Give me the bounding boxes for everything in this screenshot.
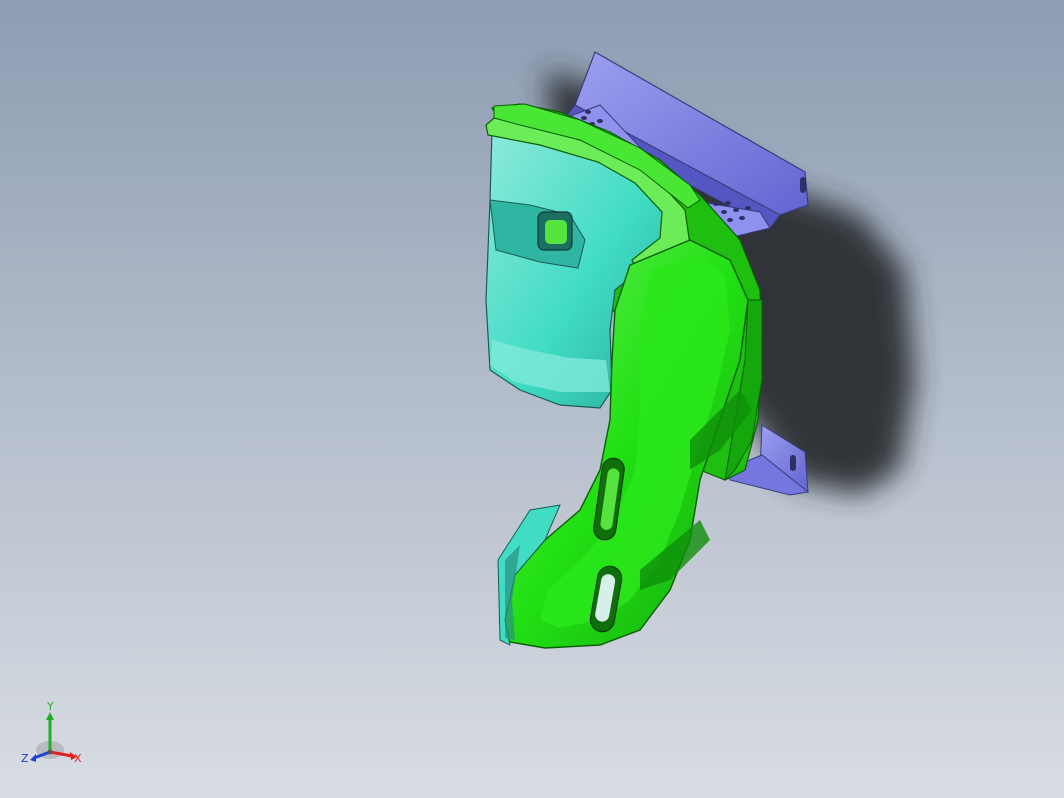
model-scene [0, 0, 1064, 798]
z-axis-label: Z [21, 752, 29, 765]
y-axis-label: Y [46, 700, 54, 713]
graphics-viewport[interactable]: Y X Z [0, 0, 1064, 798]
z-axis-arrow [30, 754, 36, 762]
x-axis-label: X [74, 752, 82, 765]
slot-hole [800, 177, 806, 193]
y-axis-arrow [46, 712, 54, 720]
orientation-triad: Y X Z [18, 700, 88, 770]
slot-hole [790, 455, 796, 471]
